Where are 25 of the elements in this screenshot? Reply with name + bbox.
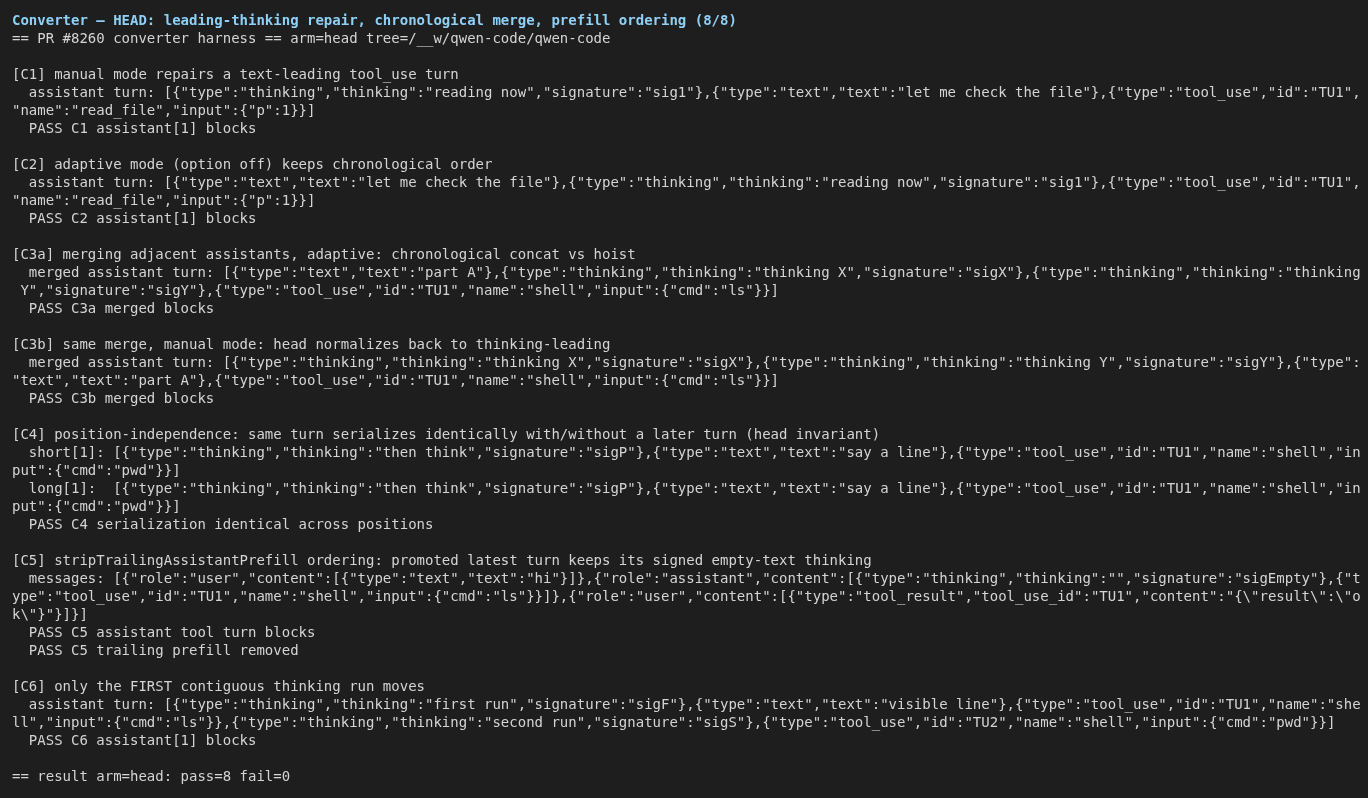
output-line: PASS C3a merged blocks xyxy=(27,299,215,317)
output-line: PASS C4 serialization identical across positions xyxy=(27,515,434,533)
output-line: PASS C5 assistant tool turn blocks xyxy=(27,623,316,641)
output-line: PASS C5 trailing prefill removed xyxy=(27,641,299,659)
terminal-title: Converter — HEAD: leading-thinking repair, chronological merge, prefill ordering (8/8) xyxy=(12,11,737,29)
output-line: long[1]: [{"type":"thinking","thinking":"then think","signature":"sigP"},{"type":"text","text":"say a line"},{"type":"tool_use","id":"TU1","name":"shell","input":{"cmd":"pwd"}}] xyxy=(12,479,1361,515)
output-line: PASS C2 assistant[1] blocks xyxy=(27,209,257,227)
output-line: PASS C6 assistant[1] blocks xyxy=(27,731,257,749)
section-heading: [C5] stripTrailingAssistantPrefill ordering: promoted latest turn keeps its signed empty-text thinking xyxy=(12,551,872,569)
output-line: merged assistant turn: [{"type":"text","text":"part A"},{"type":"thinking","thinking":"thinking X","signature":"sigX"},{"type":"thinking","thinking":"thinking Y","signature":"sigY"},{"type":"tool_use","id":"TU1","name":"shell","input":{"cmd":"ls"}}] xyxy=(19,263,1361,299)
header-line: == PR #8260 converter harness == arm=head tree=/__w/qwen-code/qwen-code xyxy=(12,29,611,47)
section-heading: [C6] only the FIRST contiguous thinking run moves xyxy=(12,677,425,695)
output-line: assistant turn: [{"type":"thinking","thinking":"first run","signature":"sigF"},{"type":"text","text":"visible line"},{"type":"tool_use","id":"TU1","name":"shell","input":{"cmd":"ls"}},{"type":"thinking","thinking":"second run","signature":"sigS"},{"type":"tool_use","id":"TU2","name":"shell","input":{"cmd":"pwd"}}] xyxy=(12,695,1361,731)
output-line: assistant turn: [{"type":"thinking","thinking":"reading now","signature":"sig1"},{"type":"text","text":"let me check the file"},{"type":"tool_use","id":"TU1","name":"read_file","input":{"p":1}}] xyxy=(12,83,1361,119)
section-heading: [C2] adaptive mode (option off) keeps chronological order xyxy=(12,155,493,173)
output-line: assistant turn: [{"type":"text","text":"let me check the file"},{"type":"thinking","thinking":"reading now","signature":"sig1"},{"type":"tool_use","id":"TU1","name":"read_file","input":{"p":1}}] xyxy=(12,173,1361,209)
section-heading: [C4] position-independence: same turn serializes identically with/without a later turn (head invariant) xyxy=(12,425,881,443)
output-line: messages: [{"role":"user","content":[{"type":"text","text":"hi"}]},{"role":"assistant","content":[{"type":"thinking","thinking":"","signature":"sigEmpty"},{"type":"tool_use","id":"TU1","name":"shell","input":{"cmd":"ls"}}]},{"role":"user","content":[{"type":"tool_result","tool_use_id":"TU1","content":"{\"result\":\"ok\"}"}]}] xyxy=(12,569,1361,623)
section-heading: [C1] manual mode repairs a text-leading tool_use turn xyxy=(12,65,459,83)
section-heading: [C3b] same merge, manual mode: head normalizes back to thinking-leading xyxy=(12,335,611,353)
output-line: PASS C1 assistant[1] blocks xyxy=(27,119,257,137)
result-line: == result arm=head: pass=8 fail=0 xyxy=(12,767,291,785)
output-line: merged assistant turn: [{"type":"thinking","thinking":"thinking X","signature":"sigX"},{"type":"thinking","thinking":"thinking Y","signature":"sigY"},{"type":"text","text":"part A"},{"type":"tool_use","id":"TU1","name":"shell","input":{"cmd":"ls"}}] xyxy=(12,353,1361,389)
output-line: PASS C3b merged blocks xyxy=(27,389,215,407)
section-heading: [C3a] merging adjacent assistants, adaptive: chronological concat vs hoist xyxy=(12,245,636,263)
